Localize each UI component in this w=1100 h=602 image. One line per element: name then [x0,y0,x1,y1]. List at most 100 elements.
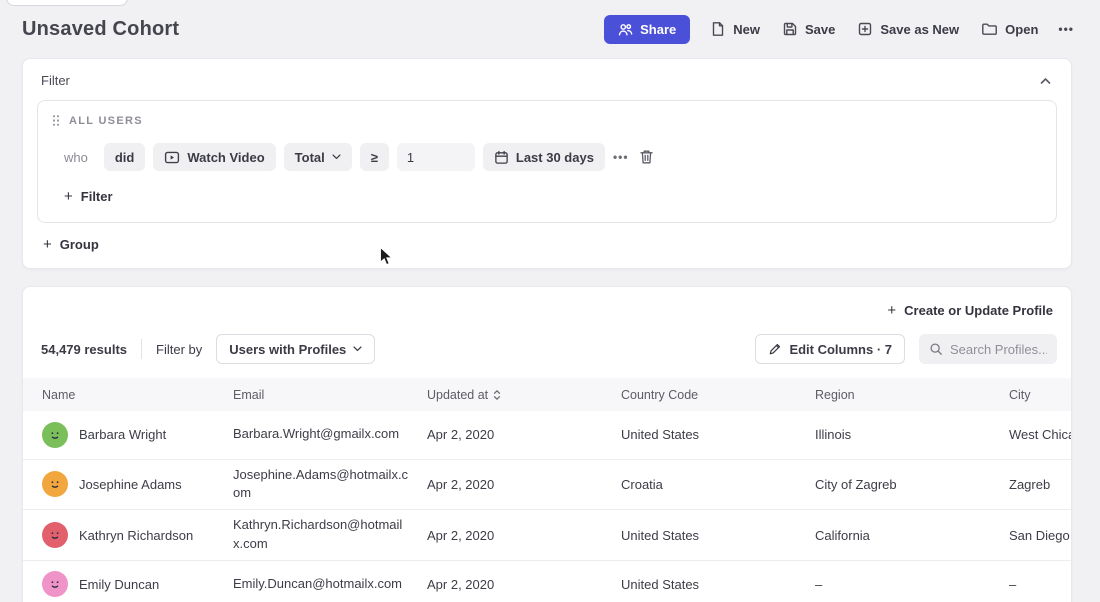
column-header-region[interactable]: Region [815,378,1009,411]
column-header-city[interactable]: City [1009,378,1072,411]
save-as-new-button-label: Save as New [880,22,959,37]
folder-icon [981,21,998,37]
profile-updated-at: Apr 2, 2020 [427,459,621,510]
profile-city: Zagreb [1009,459,1072,510]
chevron-down-icon [353,346,362,352]
column-header-country-code[interactable]: Country Code [621,378,815,411]
save-as-new-button[interactable]: Save as New [855,15,961,43]
add-filter-button[interactable]: + Filter [64,189,113,204]
partial-tab-outline [6,0,128,6]
share-users-icon [618,22,633,37]
group-title: ALL USERS [69,115,143,127]
toolbar-more-button[interactable]: ••• [1058,22,1074,36]
profile-name: Josephine Adams [79,477,182,492]
operator-button[interactable]: ≥ [360,143,389,171]
profile-name: Emily Duncan [79,577,159,592]
table-row[interactable]: Kathryn Richardson Kathryn.Richardson@ho… [23,510,1072,561]
table-row[interactable]: Josephine Adams Josephine.Adams@hotmailx… [23,459,1072,510]
new-button-label: New [733,22,760,37]
save-button-label: Save [805,22,835,37]
share-button[interactable]: Share [604,15,690,44]
table-row[interactable]: Emily Duncan Emily.Duncan@hotmailx.com A… [23,560,1072,602]
profile-name: Barbara Wright [79,427,166,442]
topbar: Unsaved Cohort Share New Save [0,0,1100,58]
open-button[interactable]: Open [979,15,1040,43]
cohort-builder-page: Unsaved Cohort Share New Save [0,0,1100,602]
profile-updated-at: Apr 2, 2020 [427,560,621,602]
did-button[interactable]: did [104,143,146,171]
column-header-updated-at[interactable]: Updated at [427,378,621,411]
filter-condition-row: who did Watch Video Total ≥ [64,143,1042,171]
profile-country-code: United States [621,560,815,602]
column-header-name[interactable]: Name [23,378,233,411]
drag-handle-icon[interactable] [52,114,60,127]
column-header-updated-at-label: Updated at [427,388,488,402]
table-row[interactable]: Barbara Wright Barbara.Wright@gmailx.com… [23,411,1072,459]
save-button[interactable]: Save [780,15,837,43]
divider [141,339,142,359]
column-header-email[interactable]: Email [233,378,427,411]
aggregation-dropdown[interactable]: Total [284,143,352,171]
edit-columns-label: Edit Columns · 7 [789,342,892,357]
who-label: who [64,150,88,165]
trash-icon [639,149,654,165]
table-header-row: Name Email Updated at Country Code Regio… [23,378,1072,411]
calendar-icon [494,150,509,165]
date-range-button[interactable]: Last 30 days [483,143,605,171]
results-count: 54,479 results [41,342,127,357]
profile-city: – [1009,560,1072,602]
profile-region: – [815,560,1009,602]
condition-more-button[interactable]: ••• [613,150,629,164]
search-icon [929,342,943,356]
save-as-new-icon [857,21,873,37]
open-button-label: Open [1005,22,1038,37]
filter-panel: Filter ALL USERS who did [22,58,1072,269]
profile-type-dropdown[interactable]: Users with Profiles [216,334,375,364]
toolbar: Share New Save Save as New [604,15,1074,44]
search-input[interactable] [950,342,1047,357]
profile-email: Barbara.Wright@gmailx.com [233,426,399,441]
create-profile-label: Create or Update Profile [904,303,1053,318]
save-icon [782,21,798,37]
table-controls: 54,479 results Filter by Users with Prof… [23,324,1071,378]
profile-country-code: United States [621,411,815,459]
profile-email: Emily.Duncan@hotmailx.com [233,576,402,591]
profile-updated-at: Apr 2, 2020 [427,411,621,459]
search-box[interactable] [919,334,1057,364]
collapse-filter-button[interactable] [1038,75,1053,87]
event-button[interactable]: Watch Video [153,143,275,171]
pencil-icon [768,342,782,356]
avatar [42,522,68,548]
plus-icon: + [64,189,73,204]
value-input[interactable] [397,143,475,171]
profile-region: Illinois [815,411,1009,459]
aggregation-label: Total [295,150,325,165]
add-group-button[interactable]: + Group [43,237,99,252]
profile-country-code: Croatia [621,459,815,510]
filter-by-label: Filter by [156,342,202,357]
results-panel: + Create or Update Profile 54,479 result… [22,286,1072,602]
edit-columns-button[interactable]: Edit Columns · 7 [755,334,905,364]
avatar [42,571,68,597]
page-title: Unsaved Cohort [22,18,179,41]
profile-region: California [815,510,1009,561]
filter-panel-title: Filter [41,73,70,88]
profile-name: Kathryn Richardson [79,528,193,543]
video-icon [164,150,180,165]
share-button-label: Share [640,22,676,37]
add-filter-label: Filter [81,189,113,204]
plus-icon: + [887,303,896,318]
chevron-down-icon [332,154,341,160]
date-range-label: Last 30 days [516,150,594,165]
delete-condition-button[interactable] [637,147,656,167]
profile-updated-at: Apr 2, 2020 [427,510,621,561]
new-document-icon [710,21,726,37]
profile-email: Kathryn.Richardson@hotmailx.com [233,517,402,551]
avatar [42,471,68,497]
profile-region: City of Zagreb [815,459,1009,510]
new-button[interactable]: New [708,15,762,43]
chevron-up-icon [1040,77,1051,85]
sort-icon[interactable] [493,389,501,401]
create-or-update-profile-button[interactable]: + Create or Update Profile [887,303,1053,318]
avatar [42,422,68,448]
